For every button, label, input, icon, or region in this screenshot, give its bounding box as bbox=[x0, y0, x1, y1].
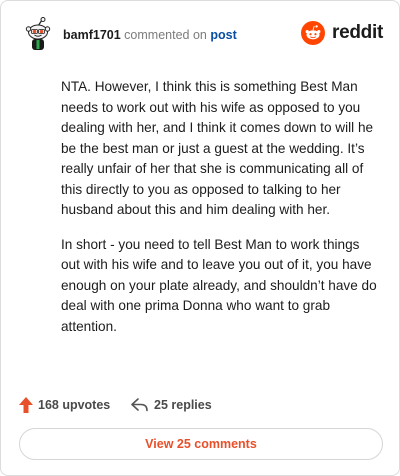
upvote-arrow-icon bbox=[19, 397, 33, 413]
comment-paragraph: NTA. However, I think this is something … bbox=[61, 79, 374, 217]
comment-card: bamf1701 commented on post reddit NTA. H… bbox=[0, 0, 400, 476]
comment-header: bamf1701 commented on post reddit bbox=[19, 15, 383, 55]
snoo-avatar-icon bbox=[19, 15, 57, 53]
reply-button[interactable]: 25 replies bbox=[131, 393, 212, 417]
reply-arrow-icon bbox=[131, 398, 148, 412]
reddit-brand[interactable]: reddit bbox=[300, 21, 383, 47]
reddit-logo-icon bbox=[300, 21, 325, 45]
comment-paragraph: In short - you need to tell Best Man to … bbox=[61, 236, 377, 334]
user-avatar[interactable] bbox=[19, 15, 57, 53]
comment-byline: bamf1701 commented on post bbox=[63, 27, 237, 43]
username-link[interactable]: bamf1701 bbox=[63, 28, 121, 42]
comment-body: NTA. However, I think this is something … bbox=[61, 77, 381, 351]
comment-actions: 168 upvotes 25 replies bbox=[19, 393, 383, 417]
brand-wordmark: reddit bbox=[332, 22, 383, 43]
reply-count: 25 replies bbox=[154, 398, 212, 412]
upvote-button[interactable]: 168 upvotes bbox=[19, 393, 110, 417]
view-comments-button[interactable]: View 25 comments bbox=[19, 428, 383, 460]
upvote-count: 168 upvotes bbox=[38, 398, 111, 412]
commented-on-label: commented on bbox=[124, 28, 207, 42]
post-link[interactable]: post bbox=[210, 28, 236, 42]
